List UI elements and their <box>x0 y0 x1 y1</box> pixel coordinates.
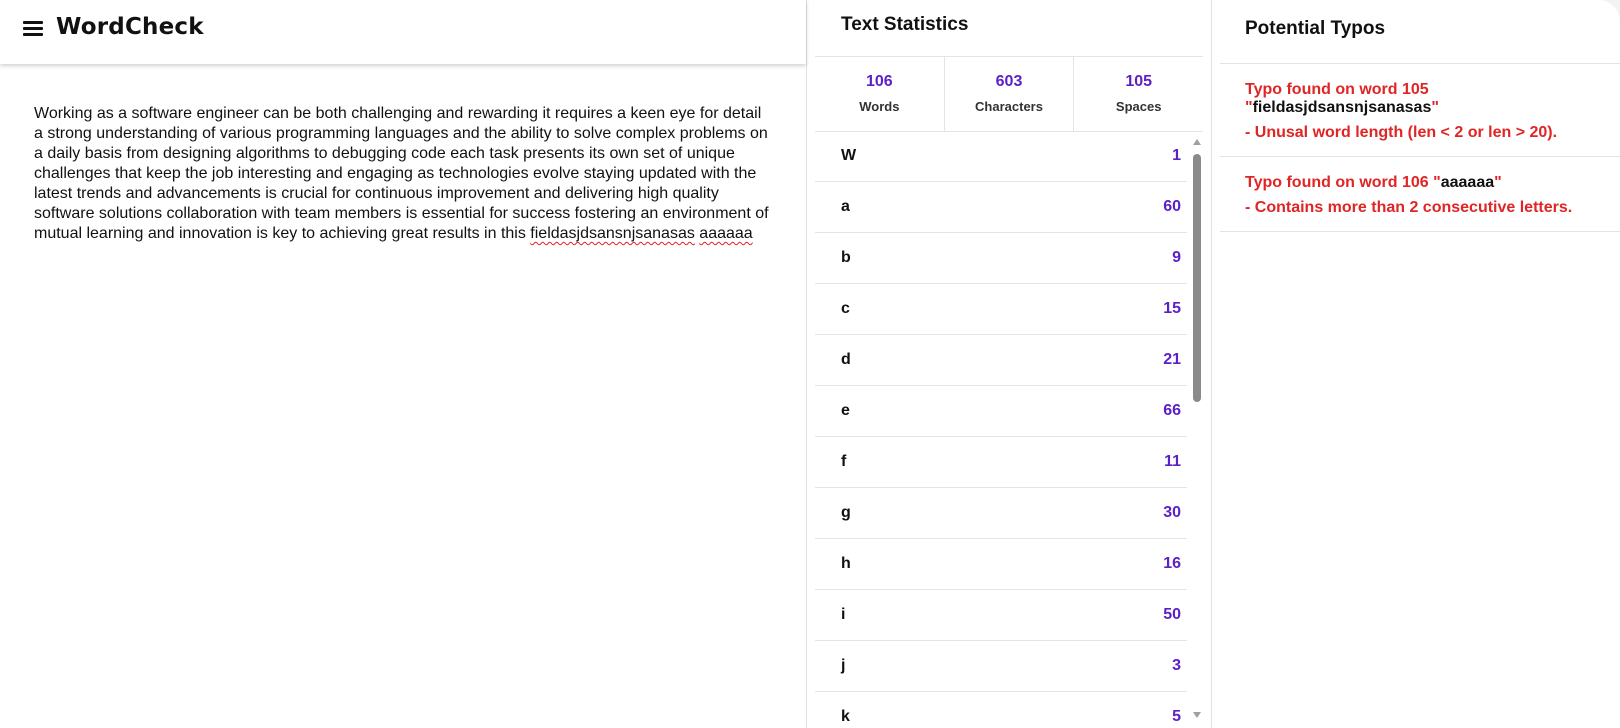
typo-heading: Typo found on word 105 "fieldasjdsansnjs… <box>1245 81 1600 117</box>
misspelled-word[interactable]: fieldasjdsansnjsanasas <box>530 225 695 242</box>
list-item: h 16 <box>815 539 1187 590</box>
letter-char: c <box>841 300 850 317</box>
typo-reason: - Contains more than 2 consecutive lette… <box>1245 199 1573 216</box>
letter-count: 11 <box>1164 453 1181 470</box>
letters-scrollbar[interactable] <box>1191 134 1203 728</box>
app-logo-title: WordCheck <box>56 14 204 40</box>
list-item: j 3 <box>815 641 1187 692</box>
scrollbar-thumb[interactable] <box>1193 154 1201 402</box>
summary-value: 105 <box>1125 73 1153 90</box>
list-item: f 11 <box>815 437 1187 488</box>
typos-pane: Potential Typos Typo found on word 105 "… <box>1212 0 1620 728</box>
letter-count: 9 <box>1172 249 1181 266</box>
typos-list: Typo found on word 105 "fieldasjdsansnjs… <box>1220 63 1620 232</box>
letter-count: 30 <box>1163 504 1181 521</box>
summary-label: Words <box>859 99 900 114</box>
letter-count: 1 <box>1172 147 1181 164</box>
hamburger-menu-icon[interactable] <box>23 21 43 37</box>
letter-char: b <box>841 249 851 266</box>
scroll-down-arrow-icon[interactable] <box>1193 712 1201 718</box>
letter-char: W <box>841 147 857 164</box>
summary-spaces: 105 Spaces <box>1074 57 1203 131</box>
typo-item[interactable]: Typo found on word 105 "fieldasjdsansnjs… <box>1220 64 1620 157</box>
letter-count: 5 <box>1172 708 1181 725</box>
letter-char: d <box>841 351 851 368</box>
letter-count: 3 <box>1172 657 1181 674</box>
typo-word: fieldasjdsansnjsanasas <box>1252 99 1432 116</box>
list-item: W 1 <box>815 131 1187 182</box>
list-item: c 15 <box>815 284 1187 335</box>
letter-count: 60 <box>1163 198 1181 215</box>
letter-frequency-list[interactable]: W 1 a 60 b 9 c 15 d 21 e 66 f 11 g 30 h … <box>815 131 1187 728</box>
typo-prefix: Typo found on word 106 " <box>1245 174 1441 191</box>
editor-pane: WordCheck Working as a software engineer… <box>0 0 807 728</box>
summary-words: 106 Words <box>815 57 945 131</box>
typo-item[interactable]: Typo found on word 106 "aaaaaa" - Contai… <box>1220 157 1620 232</box>
stats-summary: 106 Words 603 Characters 105 Spaces <box>815 56 1203 132</box>
letter-count: 50 <box>1163 606 1181 623</box>
letter-char: j <box>841 657 846 674</box>
summary-label: Characters <box>975 99 1043 114</box>
editor-text-body: Working as a software engineer can be bo… <box>34 105 769 242</box>
typos-title: Potential Typos <box>1245 18 1386 39</box>
letter-char: e <box>841 402 850 419</box>
letter-count: 16 <box>1163 555 1181 572</box>
summary-characters: 603 Characters <box>945 57 1075 131</box>
list-item: i 50 <box>815 590 1187 641</box>
list-item: g 30 <box>815 488 1187 539</box>
letter-count: 66 <box>1163 402 1181 419</box>
typo-heading: Typo found on word 106 "aaaaaa" <box>1245 174 1600 192</box>
letter-char: g <box>841 504 851 521</box>
letter-char: f <box>841 453 847 470</box>
list-item: e 66 <box>815 386 1187 437</box>
list-item: b 9 <box>815 233 1187 284</box>
summary-label: Spaces <box>1115 99 1162 114</box>
summary-value: 106 <box>865 73 893 90</box>
text-editor[interactable]: Working as a software engineer can be bo… <box>34 104 774 244</box>
letter-count: 21 <box>1163 351 1181 368</box>
letter-char: h <box>841 555 851 572</box>
top-bar: WordCheck <box>0 0 806 64</box>
letter-count: 15 <box>1163 300 1181 317</box>
summary-value: 603 <box>995 73 1023 90</box>
list-item: a 60 <box>815 182 1187 233</box>
letter-char: k <box>841 708 850 725</box>
stats-pane: Text Statistics 106 Words 603 Characters… <box>807 0 1212 728</box>
list-item: d 21 <box>815 335 1187 386</box>
stats-title: Text Statistics <box>841 14 969 35</box>
typo-word: aaaaaa <box>1440 174 1495 191</box>
typo-suffix: " <box>1494 174 1502 191</box>
app-window: WordCheck Working as a software engineer… <box>0 0 1620 728</box>
letter-char: i <box>841 606 846 623</box>
letter-char: a <box>841 198 850 215</box>
typo-suffix: " <box>1431 99 1439 116</box>
typo-reason: - Unusal word length (len < 2 or len > 2… <box>1245 124 1558 141</box>
scroll-up-arrow-icon[interactable] <box>1193 139 1201 145</box>
misspelled-word[interactable]: aaaaaa <box>699 225 752 242</box>
list-item: k 5 <box>815 692 1187 728</box>
